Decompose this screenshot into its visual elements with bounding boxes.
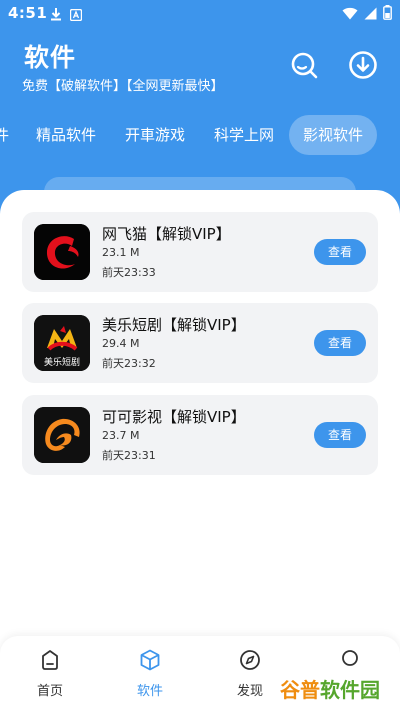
view-button[interactable]: 查看 [314, 330, 366, 356]
meile-logo-text: 美乐短剧 [43, 358, 80, 368]
watermark-text: 谷普软件园 [280, 678, 380, 702]
download-icon [349, 51, 377, 79]
app-card-wangfeimao[interactable]: 网飞猫【解锁VIP】 23.1 M 前天23:33 查看 [22, 212, 378, 292]
app-list-panel: 网飞猫【解锁VIP】 23.1 M 前天23:33 查看 美乐短剧 美乐短剧【解… [0, 190, 400, 650]
page-title: 软件 [24, 43, 77, 72]
nav-item-discover[interactable]: 发现 [220, 648, 280, 699]
app-updated-time: 前天23:31 [102, 449, 156, 462]
app-size: 29.4 M [102, 337, 140, 350]
nav-item-home[interactable]: 首页 [20, 648, 80, 699]
app-updated-time: 前天23:32 [102, 357, 156, 370]
search-icon [291, 52, 318, 79]
netflix-cat-logo-icon [34, 224, 90, 280]
page-subtitle: 免费【破解软件】【全网更新最快】 [22, 79, 224, 94]
home-icon [42, 650, 58, 670]
tab-video-software[interactable]: 影视软件 [289, 115, 378, 155]
search-button[interactable] [287, 48, 321, 82]
nav-label-discover: 发现 [236, 684, 263, 699]
app-size: 23.7 M [102, 429, 140, 442]
status-bar: 4:51 [0, 0, 400, 28]
app-notification-icon [69, 6, 83, 25]
view-button[interactable]: 查看 [314, 422, 366, 448]
tab-partial-software[interactable]: 件 [0, 115, 9, 155]
nav-label-software: 软件 [136, 684, 163, 699]
app-name: 网飞猫【解锁VIP】 [102, 225, 231, 243]
compass-icon [240, 650, 260, 670]
tab-games[interactable]: 开車游戏 [125, 115, 185, 155]
nav-label-home: 首页 [36, 684, 63, 699]
download-notification-icon [50, 6, 62, 25]
app-updated-time: 前天23:33 [102, 266, 156, 279]
download-button[interactable] [346, 48, 380, 82]
user-icon [342, 650, 358, 666]
app-name: 美乐短剧【解锁VIP】 [102, 316, 246, 334]
status-notification-icons [50, 6, 83, 25]
watermark-logo: 谷普软件园 [276, 670, 392, 706]
battery-icon [383, 5, 392, 24]
view-button[interactable]: 查看 [314, 239, 366, 265]
status-system-icons [342, 5, 392, 24]
nav-item-software[interactable]: 软件 [120, 648, 180, 699]
app-name: 可可影视【解锁VIP】 [102, 408, 246, 426]
category-tabs: 件 精品软件 开車游戏 科学上网 影视软件 [0, 115, 400, 155]
cellular-signal-icon [364, 5, 377, 24]
tab-vpn[interactable]: 科学上网 [214, 115, 274, 155]
app-card-keke-video[interactable]: 可可影视【解锁VIP】 23.7 M 前天23:31 查看 [22, 395, 378, 475]
meile-drama-logo-icon: 美乐短剧 [34, 315, 90, 371]
wifi-icon [342, 5, 358, 24]
app-card-meile-drama[interactable]: 美乐短剧 美乐短剧【解锁VIP】 29.4 M 前天23:32 查看 [22, 303, 378, 383]
status-time: 4:51 [8, 4, 48, 22]
tab-premium-software[interactable]: 精品软件 [36, 115, 96, 155]
keke-video-logo-icon [34, 407, 90, 463]
cube-icon [140, 649, 160, 671]
app-size: 23.1 M [102, 246, 140, 259]
